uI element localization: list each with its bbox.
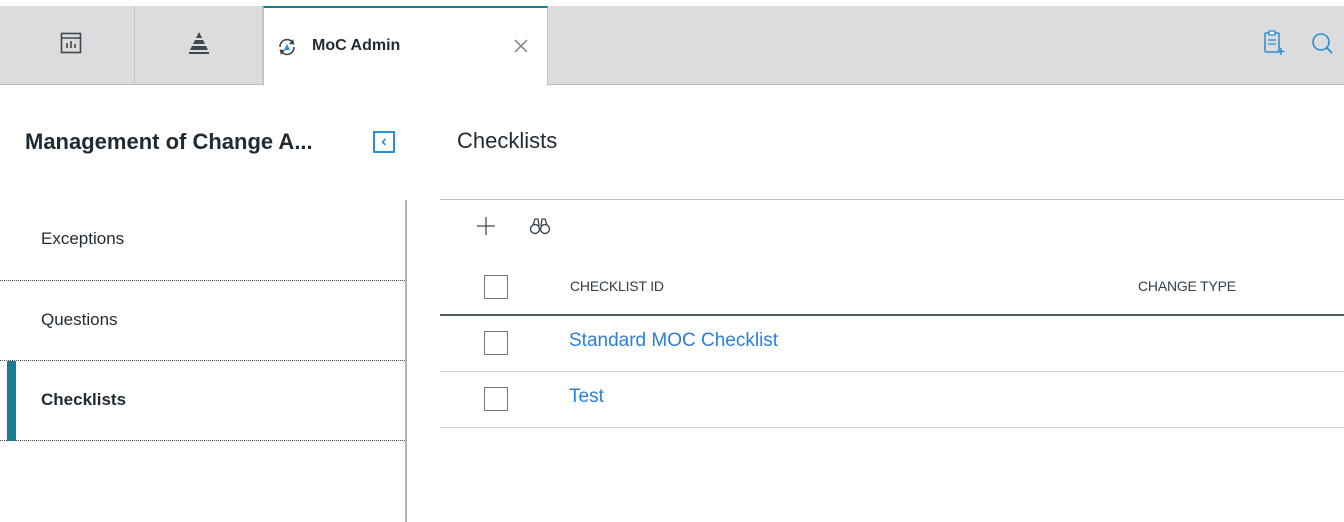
checklists-grid: CHECKLIST ID CHANGE TYPE Standard MOC Ch… bbox=[440, 259, 1344, 428]
hierarchy-tab[interactable] bbox=[135, 6, 263, 85]
panel-divider bbox=[405, 200, 407, 522]
search-icon[interactable] bbox=[1310, 31, 1334, 60]
grid-toolbar bbox=[474, 212, 552, 240]
checklist-link[interactable]: Standard MOC Checklist bbox=[569, 330, 778, 352]
moc-sync-icon bbox=[276, 36, 298, 63]
chevron-left-icon[interactable] bbox=[373, 131, 395, 153]
nav-item-questions[interactable]: Questions bbox=[0, 281, 407, 361]
row-checkbox[interactable] bbox=[484, 331, 508, 355]
tab-bar: MoC Admin bbox=[0, 0, 1344, 86]
checklist-link[interactable]: Test bbox=[569, 386, 604, 408]
row-checkbox[interactable] bbox=[484, 387, 508, 411]
nav-item-label: Checklists bbox=[41, 390, 127, 409]
content-divider bbox=[440, 199, 1344, 200]
select-all-checkbox[interactable] bbox=[484, 275, 508, 299]
close-icon[interactable] bbox=[509, 34, 533, 58]
new-record-icon[interactable] bbox=[1262, 30, 1286, 61]
binoculars-icon[interactable] bbox=[528, 212, 552, 240]
side-nav: Exceptions Questions Checklists bbox=[0, 200, 407, 441]
nav-item-label: Questions bbox=[41, 310, 118, 329]
panel-title: Management of Change A... bbox=[25, 129, 313, 154]
dashboard-tab[interactable] bbox=[8, 6, 135, 85]
hierarchy-icon bbox=[188, 31, 210, 60]
column-header-change-type[interactable]: CHANGE TYPE bbox=[1138, 278, 1236, 294]
content-title: Checklists bbox=[457, 128, 558, 153]
dashboard-icon bbox=[60, 32, 82, 59]
table-row: Test bbox=[440, 372, 1344, 428]
tab-moc-admin[interactable]: MoC Admin bbox=[263, 6, 548, 86]
table-row: Standard MOC Checklist bbox=[440, 316, 1344, 372]
header-tools bbox=[1262, 30, 1334, 61]
grid-header: CHECKLIST ID CHANGE TYPE bbox=[440, 259, 1344, 316]
nav-item-exceptions[interactable]: Exceptions bbox=[0, 200, 407, 281]
nav-item-checklists[interactable]: Checklists bbox=[0, 361, 407, 441]
add-icon[interactable] bbox=[474, 212, 498, 240]
tab-title: MoC Admin bbox=[312, 37, 401, 54]
column-header-checklist-id[interactable]: CHECKLIST ID bbox=[570, 278, 664, 294]
nav-item-label: Exceptions bbox=[41, 229, 125, 248]
